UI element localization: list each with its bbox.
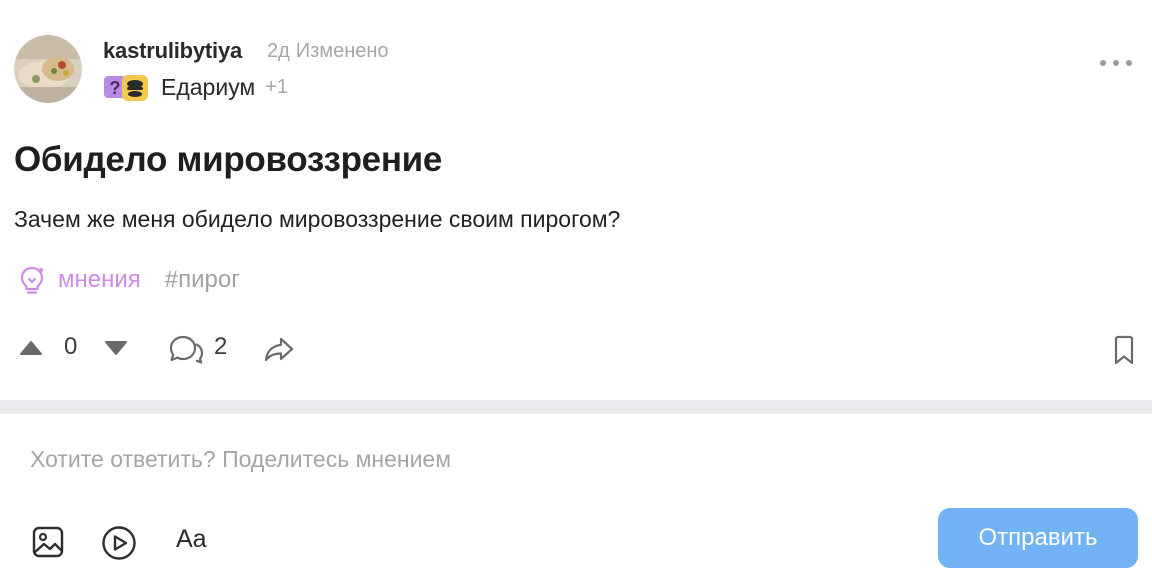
- more-dots-icon: [1100, 60, 1106, 66]
- text-format-button[interactable]: Aa: [176, 525, 207, 554]
- attach-video-button[interactable]: [100, 524, 138, 562]
- community-icons: ?: [103, 73, 151, 101]
- more-dot: [1126, 60, 1132, 66]
- image-icon: [32, 526, 64, 558]
- more-options-button[interactable]: [1100, 55, 1132, 71]
- post-body: Зачем же меня обидело мировоззрение свои…: [14, 206, 621, 232]
- food-emoji-icon: [122, 75, 148, 101]
- score-value: 0: [64, 333, 78, 360]
- arrow-down-icon: [105, 341, 127, 355]
- svg-text:?: ?: [110, 78, 121, 98]
- post-age: 2д: [267, 40, 290, 62]
- section-divider: [0, 400, 1152, 414]
- community-extra-count[interactable]: +1: [265, 76, 288, 99]
- send-button[interactable]: Отправить: [938, 508, 1138, 568]
- post-tags: мнения #пирог: [18, 264, 240, 296]
- comment-count: 2: [214, 333, 228, 360]
- post-actions: 0 2: [0, 330, 1152, 366]
- play-icon: [102, 526, 136, 560]
- author-name[interactable]: kastrulibytiya: [103, 38, 242, 64]
- arrow-up-icon: [20, 341, 42, 355]
- share-button[interactable]: [262, 334, 296, 364]
- comments-icon: [169, 335, 204, 364]
- community-name[interactable]: Едариум: [161, 74, 255, 101]
- post-title[interactable]: Обидело мировоззрение: [14, 140, 442, 180]
- bookmark-button[interactable]: [1110, 333, 1138, 367]
- more-dot: [1113, 60, 1119, 66]
- bookmark-icon: [1114, 335, 1134, 365]
- author-avatar[interactable]: [14, 35, 82, 103]
- tag-community[interactable]: мнения: [58, 266, 141, 294]
- comments-button[interactable]: [166, 332, 206, 366]
- reply-input[interactable]: [30, 442, 930, 476]
- lightbulb-icon: [20, 266, 44, 294]
- edited-label: Изменено: [295, 40, 389, 62]
- share-icon: [264, 337, 294, 362]
- reply-composer: Aa Отправить: [0, 414, 1152, 583]
- downvote-button[interactable]: [103, 338, 129, 358]
- attach-image-button[interactable]: [30, 524, 66, 560]
- avatar-image: [14, 35, 82, 103]
- tag-hashtag[interactable]: #пирог: [165, 266, 240, 294]
- post-meta: 2д Изменено: [267, 40, 389, 63]
- community-row[interactable]: ? Едариум +1: [103, 73, 288, 101]
- post-card: kastrulibytiya 2д Изменено ? Едариум +1 О…: [0, 0, 1152, 400]
- upvote-button[interactable]: [18, 338, 44, 358]
